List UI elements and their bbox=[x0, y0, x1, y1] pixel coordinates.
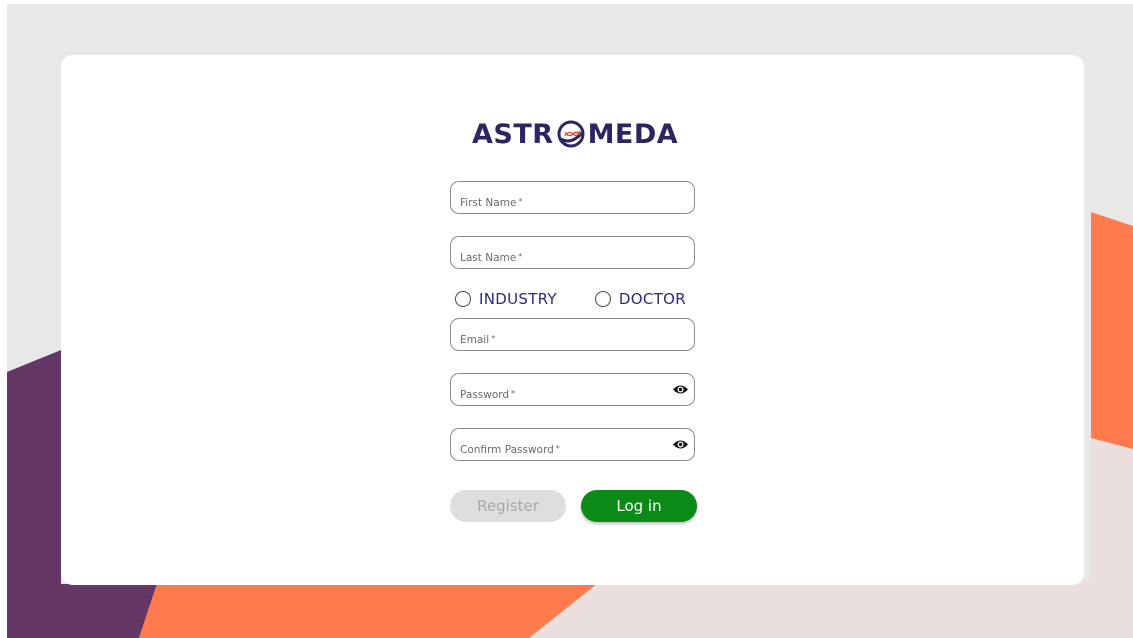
email-field[interactable]: Email * bbox=[450, 318, 695, 351]
email-placeholder: Email * bbox=[460, 334, 496, 346]
role-radio-group: INDUSTRY DOCTOR bbox=[455, 288, 715, 310]
confirm-password-placeholder: Confirm Password * bbox=[460, 444, 560, 456]
eye-icon[interactable] bbox=[672, 438, 689, 451]
radio-doctor[interactable]: DOCTOR bbox=[594, 290, 686, 308]
register-button[interactable]: Register bbox=[450, 490, 566, 522]
radio-industry-circle[interactable] bbox=[455, 291, 471, 307]
password-field[interactable]: Password * bbox=[450, 373, 695, 406]
dna-o-icon bbox=[557, 120, 585, 148]
page: ASTR MEDA First Name * Last Name * INDUSTR… bbox=[0, 0, 1133, 638]
login-button[interactable]: Log in bbox=[581, 490, 697, 522]
radio-industry[interactable]: INDUSTRY bbox=[455, 290, 557, 308]
last-name-placeholder: Last Name * bbox=[460, 252, 523, 264]
bg-orange-shape-right bbox=[1091, 212, 1133, 449]
radio-doctor-label[interactable]: DOCTOR bbox=[619, 290, 686, 308]
password-placeholder: Password * bbox=[460, 389, 516, 401]
first-name-field[interactable]: First Name * bbox=[450, 181, 695, 214]
first-name-placeholder: First Name * bbox=[460, 197, 523, 209]
bg-orange-shape-bottom bbox=[139, 584, 597, 638]
brand-name-part1: ASTR bbox=[472, 118, 554, 150]
last-name-field[interactable]: Last Name * bbox=[450, 236, 695, 269]
radio-doctor-circle[interactable] bbox=[594, 291, 611, 307]
confirm-password-field[interactable]: Confirm Password * bbox=[450, 428, 695, 461]
brand-name-part2: MEDA bbox=[587, 118, 679, 150]
brand-logo: ASTR MEDA bbox=[472, 116, 682, 152]
eye-icon[interactable] bbox=[672, 383, 689, 396]
radio-industry-label[interactable]: INDUSTRY bbox=[479, 290, 557, 308]
